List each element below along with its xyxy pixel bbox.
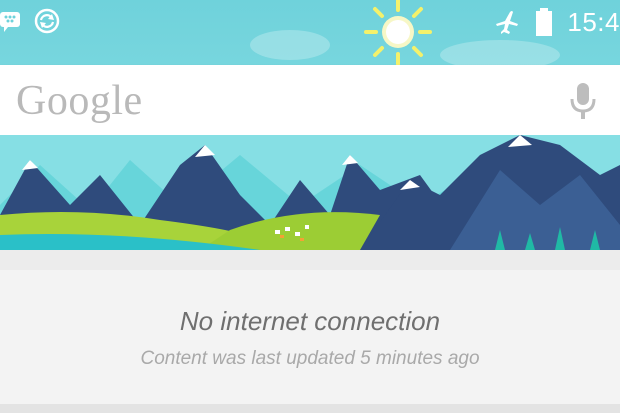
status-bar: 15:4 — [0, 0, 620, 44]
card-gap — [0, 250, 620, 270]
status-right-group: 15:4 — [493, 0, 620, 44]
battery-icon — [536, 8, 553, 36]
sync-icon — [34, 8, 60, 34]
microphone-icon[interactable] — [565, 79, 601, 123]
card-subtitle: Content was last updated 5 minutes ago — [140, 348, 480, 369]
search-bar[interactable]: Google — [0, 65, 620, 135]
bottom-strip — [0, 404, 620, 413]
google-logo: Google — [16, 78, 143, 124]
scenic-mountain-banner — [0, 135, 620, 250]
bbm-icon — [0, 12, 20, 32]
airplane-mode-icon — [496, 11, 519, 34]
no-connection-card: No internet connection Content was last … — [0, 270, 620, 405]
card-title: No internet connection — [179, 306, 441, 336]
status-time: 15:4 — [567, 6, 620, 37]
